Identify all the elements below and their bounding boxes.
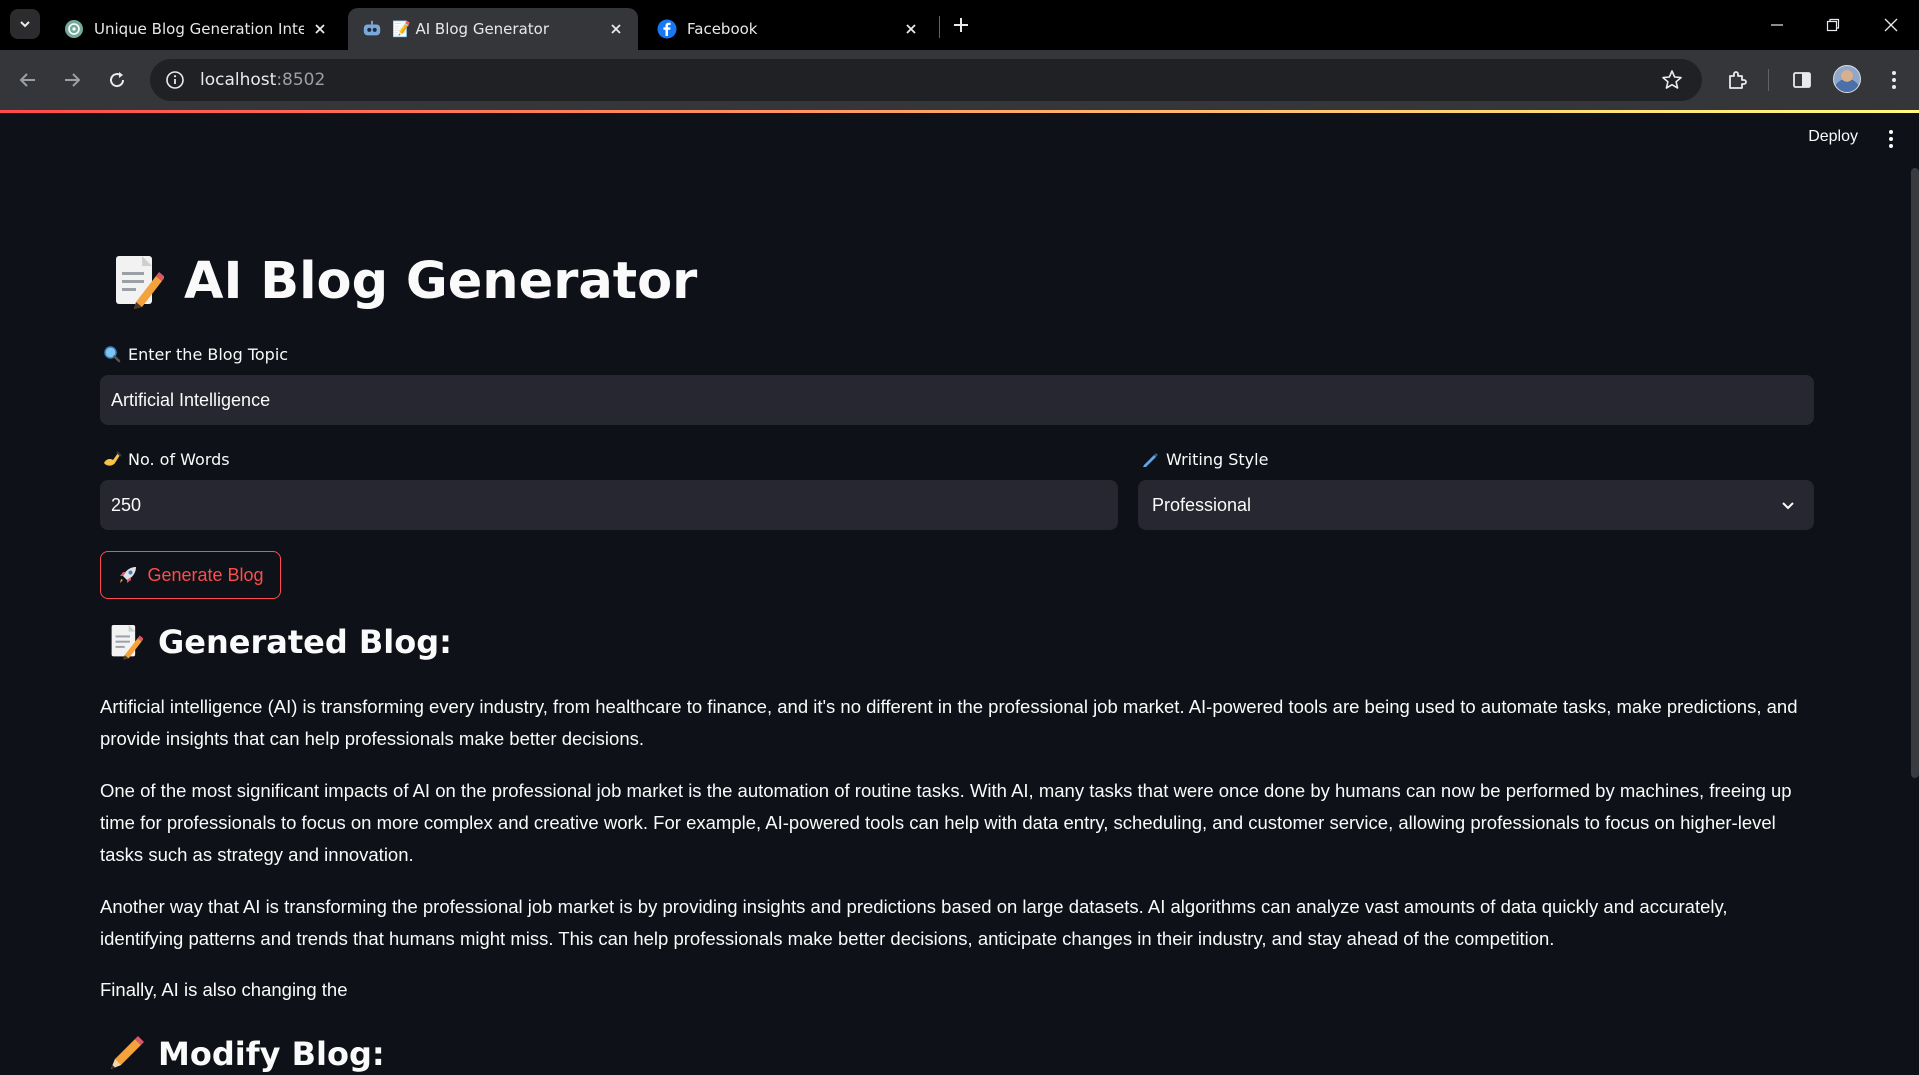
tab-title: Unique Blog Generation Interfa — [94, 20, 304, 38]
robot-icon — [362, 19, 382, 39]
blog-paragraph: Artificial intelligence (AI) is transfor… — [100, 696, 1798, 749]
memo-icon — [106, 622, 146, 662]
back-button[interactable] — [14, 66, 42, 94]
side-panel-button[interactable] — [1788, 66, 1816, 94]
writing-hand-icon — [102, 449, 122, 469]
generated-blog-heading: Generated Blog: — [106, 622, 452, 662]
generate-blog-button[interactable]: Generate Blog — [100, 551, 281, 599]
plus-icon — [954, 18, 968, 32]
minimize-icon — [1771, 24, 1783, 26]
memo-icon — [110, 254, 166, 310]
url-host: localhost — [200, 70, 277, 90]
openai-icon — [64, 19, 84, 39]
topic-label-text: Enter the Blog Topic — [128, 344, 289, 364]
topic-input[interactable]: Artificial Intelligence — [100, 375, 1814, 425]
writing-style-select[interactable]: Professional — [1138, 480, 1814, 530]
app-menu-button[interactable] — [1881, 128, 1901, 150]
pencil-icon — [106, 1034, 146, 1074]
modify-blog-heading: Modify Blog: — [106, 1034, 385, 1074]
tab-title: 📝 AI Blog Generator — [392, 20, 549, 38]
browser-tab-bar: Unique Blog Generation Interfa 📝 AI Blog… — [0, 0, 1919, 50]
restore-icon — [1826, 18, 1840, 32]
kebab-menu-icon — [1892, 71, 1896, 89]
kebab-menu-icon — [1889, 130, 1893, 148]
reload-button[interactable] — [103, 66, 131, 94]
side-panel-icon — [1793, 72, 1811, 88]
topic-input-value: Artificial Intelligence — [111, 389, 271, 410]
minimize-button[interactable] — [1764, 12, 1790, 38]
tab-facebook[interactable]: Facebook — [643, 8, 933, 50]
tab-blog-interface[interactable]: Unique Blog Generation Interfa — [50, 8, 342, 50]
new-tab-button[interactable] — [949, 13, 973, 37]
generate-blog-label: Generate Blog — [147, 564, 264, 585]
close-icon[interactable] — [606, 19, 626, 39]
style-label-text: Writing Style — [1166, 449, 1269, 469]
profile-avatar[interactable] — [1833, 65, 1861, 93]
address-bar[interactable]: localhost:8502 — [150, 59, 1702, 101]
modify-blog-title: Modify Blog: — [158, 1035, 385, 1073]
extensions-button[interactable] — [1723, 66, 1751, 94]
words-label: No. of Words — [102, 449, 230, 469]
reload-icon — [110, 72, 125, 88]
words-label-text: No. of Words — [128, 449, 230, 469]
header-decoration-bar — [0, 110, 1919, 113]
url-port: :8502 — [276, 70, 326, 90]
page-title-text: AI Blog Generator — [184, 252, 698, 311]
magnifier-icon — [102, 344, 122, 364]
forward-button[interactable] — [58, 66, 86, 94]
page-scrollbar[interactable] — [1911, 168, 1919, 778]
pen-icon — [1140, 449, 1160, 469]
topic-label: Enter the Blog Topic — [102, 344, 288, 364]
tab-ai-blog-generator[interactable]: 📝 AI Blog Generator — [348, 8, 638, 50]
puzzle-icon — [1729, 71, 1747, 89]
tab-title: Facebook — [687, 20, 758, 38]
chevron-down-icon — [20, 21, 30, 28]
words-input-value: 250 — [111, 494, 142, 515]
close-icon[interactable] — [310, 19, 330, 39]
deploy-button[interactable]: Deploy — [1808, 128, 1858, 146]
restore-button[interactable] — [1820, 12, 1846, 38]
site-info-icon[interactable] — [162, 67, 188, 93]
blog-paragraph: Finally, AI is also changing the — [100, 979, 348, 1000]
close-icon[interactable] — [901, 19, 921, 39]
generated-blog-title: Generated Blog: — [158, 623, 452, 661]
tab-search-button[interactable] — [10, 9, 40, 39]
words-input[interactable]: 250 — [100, 480, 1118, 530]
rocket-icon — [117, 564, 139, 586]
url-text: localhost:8502 — [200, 70, 325, 90]
streamlit-app: Deploy AI Blog Generator Enter the Blog … — [0, 110, 1919, 1075]
facebook-icon — [657, 19, 677, 39]
arrow-left-icon — [19, 73, 35, 87]
bookmark-star-icon[interactable] — [1660, 68, 1684, 92]
close-window-button[interactable] — [1878, 12, 1904, 38]
blog-paragraph: Another way that AI is transforming the … — [100, 896, 1728, 949]
browser-menu-button[interactable] — [1880, 66, 1908, 94]
tab-separator — [939, 16, 940, 38]
browser-toolbar: localhost:8502 — [0, 50, 1919, 110]
toolbar-separator — [1768, 69, 1769, 91]
style-label: Writing Style — [1140, 449, 1268, 469]
close-icon — [1884, 18, 1898, 32]
blog-paragraph: One of the most significant impacts of A… — [100, 780, 1792, 865]
writing-style-value: Professional — [1152, 494, 1252, 515]
chevron-down-icon — [1778, 495, 1798, 515]
page-title: AI Blog Generator — [110, 252, 697, 311]
arrow-right-icon — [65, 73, 81, 87]
